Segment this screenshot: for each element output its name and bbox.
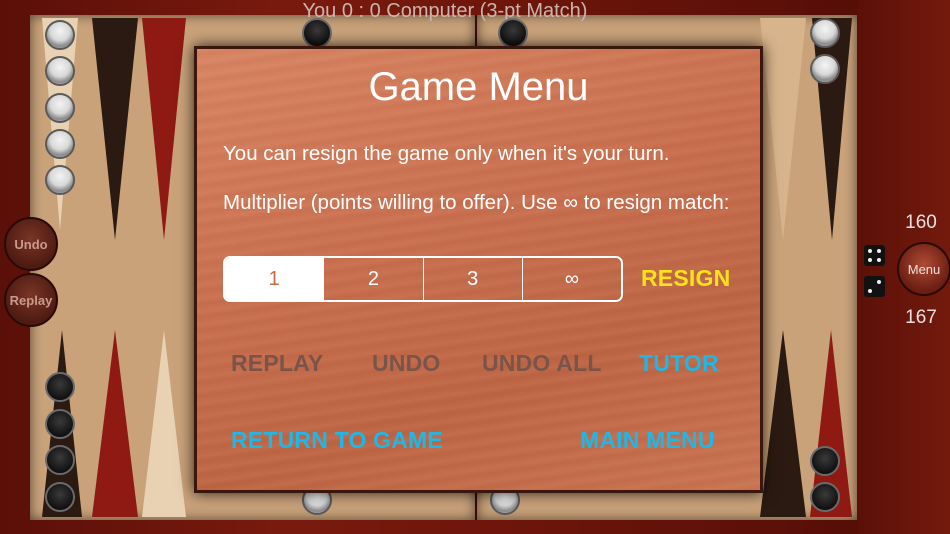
die-icon [864,276,885,297]
point [142,330,186,517]
match-score: You 0 : 0 Computer (3-pt Match) [302,0,588,22]
point [812,18,852,240]
tutor-action[interactable]: TUTOR [639,350,719,377]
checker-white[interactable] [810,54,840,84]
resign-note: You can resign the game only when it's y… [223,142,670,165]
checker-black[interactable] [498,18,528,48]
dialog-title: Game Menu [368,65,589,109]
replay-button[interactable]: Replay [4,273,58,327]
multiplier-option-2[interactable]: 2 [323,258,422,300]
multiplier-option-infinity[interactable]: ∞ [521,258,621,300]
checker-black[interactable] [45,482,75,512]
point [760,18,806,240]
point [760,330,806,517]
checker-black[interactable] [810,446,840,476]
multiplier-note: Multiplier (points willing to offer). Us… [223,191,730,214]
checker-white[interactable] [45,56,75,86]
checker-white[interactable] [45,129,75,159]
checker-black[interactable] [45,372,75,402]
checker-white[interactable] [810,18,840,48]
multiplier-selector: 1 2 3 ∞ [223,256,623,302]
point [92,330,138,517]
menu-button[interactable]: Menu [897,242,950,296]
undo-action[interactable]: UNDO [372,350,441,377]
pip-count-bottom: 167 [905,307,937,328]
return-to-game-button[interactable]: RETURN TO GAME [231,427,443,454]
checker-white[interactable] [45,165,75,195]
undo-button[interactable]: Undo [4,217,58,271]
multiplier-option-3[interactable]: 3 [422,258,522,300]
checker-black[interactable] [45,409,75,439]
checker-white[interactable] [45,93,75,123]
checker-black[interactable] [45,445,75,475]
pip-count-top: 160 [905,212,937,233]
point [142,18,186,240]
checker-white[interactable] [45,20,75,50]
die-icon [864,245,885,266]
checker-black[interactable] [302,18,332,48]
main-menu-button[interactable]: MAIN MENU [580,427,715,454]
checker-black[interactable] [810,482,840,512]
undo-all-action[interactable]: UNDO ALL [482,350,602,377]
replay-action[interactable]: REPLAY [231,350,323,377]
resign-button[interactable]: RESIGN [641,265,730,292]
multiplier-option-1[interactable]: 1 [225,258,324,300]
point [92,18,138,240]
game-menu-dialog: Game Menu You can resign the game only w… [194,46,763,493]
